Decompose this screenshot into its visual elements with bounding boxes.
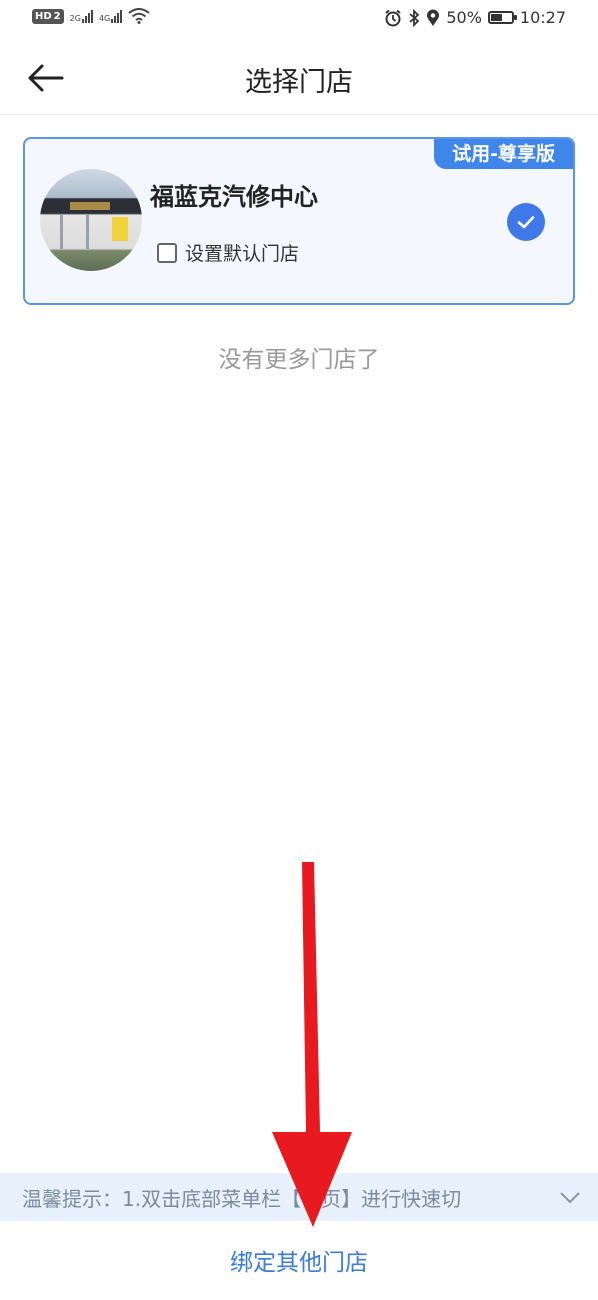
location-icon [427,9,440,26]
selected-check-icon [507,203,545,241]
signal-2g-icon: 2G [70,9,93,23]
set-default-store-option[interactable]: 设置默认门店 [157,239,299,266]
signal-4g-icon: 4G [99,9,123,23]
default-store-label: 设置默认门店 [185,243,300,265]
store-photo [40,169,142,271]
tip-bar: 温馨提示：1.双击底部菜单栏【首页】进行快速切 [0,1173,598,1221]
alarm-icon [385,9,401,26]
status-bar: HD 2 2G 4G 50% 10:27 [0,0,598,38]
store-card[interactable]: 试用-尊享版 福蓝克汽修中心 设置默认门店 [23,137,575,305]
bluetooth-icon [409,8,420,27]
default-store-checkbox[interactable] [157,242,177,263]
tip-text: 温馨提示：1.双击底部菜单栏【首页】进行快速切 [22,1186,462,1211]
chevron-down-icon [560,1192,580,1204]
bind-other-store-button[interactable]: 绑定其他门店 [0,1243,598,1277]
battery-icon [487,11,517,24]
no-more-stores-text: 没有更多门店了 [218,347,380,373]
plan-badge: 试用-尊享版 [434,139,573,169]
page-title: 选择门店 [245,67,353,98]
status-right: 50% 10:27 [384,8,566,27]
wifi-icon [128,8,150,24]
battery-percent: 50% [446,8,482,27]
store-name: 福蓝克汽修中心 [150,183,318,211]
status-left: HD 2 2G 4G [32,8,150,24]
expand-tip-button[interactable] [558,1185,582,1209]
header: 选择门店 [0,38,598,115]
clock: 10:27 [519,8,566,27]
hd-badge: HD 2 [32,8,64,24]
